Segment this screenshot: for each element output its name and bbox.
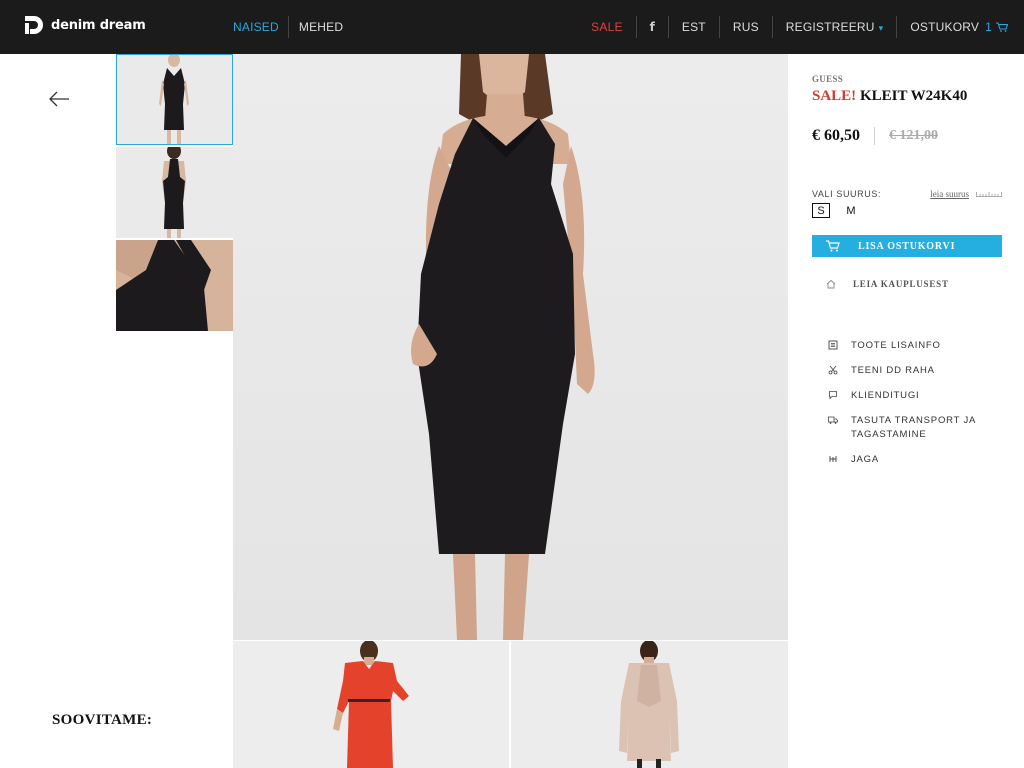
dress-front-thumb-image xyxy=(116,54,233,145)
facebook-icon[interactable]: f xyxy=(650,20,655,34)
cart-icon xyxy=(826,240,840,252)
size-guide-link[interactable]: leia suurus xyxy=(930,189,1002,199)
dress-back-thumb-image xyxy=(116,147,233,238)
nav-divider xyxy=(287,16,289,38)
product-details-panel: GUESS SALE! KLEIT W24K40 € 60,50 € 121,0… xyxy=(812,54,1002,478)
thumbnail-back[interactable] xyxy=(116,147,233,238)
find-in-store-link[interactable]: LEIA KAUPLUSEST xyxy=(812,279,1002,289)
lang-rus[interactable]: RUS xyxy=(733,20,759,34)
price-row: € 60,50 € 121,00 xyxy=(812,127,1002,145)
top-header: denim dream NAISED MEHED SALE f EST RUS … xyxy=(0,0,1024,54)
size-option-m[interactable]: M xyxy=(842,203,860,218)
size-guide-label: leia suurus xyxy=(930,189,969,199)
main-product-image[interactable] xyxy=(233,54,788,640)
nav-divider xyxy=(718,16,720,38)
logo-text: denim dream xyxy=(51,17,146,33)
nav-sale[interactable]: SALE xyxy=(591,20,623,34)
product-title: SALE! KLEIT W24K40 xyxy=(812,88,1002,105)
product-info-links: TOOTE LISAINFO TEENI DD RAHA KLIENDITUGI… xyxy=(812,339,1002,467)
info-link-earn-money[interactable]: TEENI DD RAHA xyxy=(812,364,1002,378)
size-header: VALI SUURUS: leia suurus xyxy=(812,189,1002,199)
cart-label: OSTUKORV xyxy=(910,20,980,34)
cart-count-badge: 1 xyxy=(985,20,992,34)
thumbnail-front[interactable] xyxy=(116,54,233,145)
info-link-label: KLIENDITUGI xyxy=(851,390,920,401)
recommendations-title: SOOVITAME: xyxy=(52,712,153,728)
nav-divider xyxy=(896,16,898,38)
dress-detail-thumb-image xyxy=(116,240,233,331)
nav-mehed[interactable]: MEHED xyxy=(299,20,343,34)
price-divider xyxy=(874,127,875,145)
register-link[interactable]: REGISTREERU ▾ xyxy=(786,20,884,34)
utility-nav: SALE f EST RUS REGISTREERU ▾ OSTUKORV 1 xyxy=(591,0,1008,54)
chat-icon xyxy=(829,391,837,400)
chevron-down-icon: ▾ xyxy=(878,23,884,33)
ruler-icon xyxy=(976,192,1002,197)
add-to-cart-label: LISA OSTUKORVI xyxy=(858,240,956,252)
recommended-product-2[interactable] xyxy=(511,641,788,768)
product-brand[interactable]: GUESS xyxy=(812,74,1002,84)
sale-prefix: SALE! xyxy=(812,88,857,104)
size-option-s[interactable]: S xyxy=(812,203,830,218)
red-dress-image xyxy=(233,641,509,768)
info-link-label: TOOTE LISAINFO xyxy=(851,340,941,351)
cart-icon xyxy=(996,22,1008,32)
size-options: S M xyxy=(812,203,1002,218)
size-label: VALI SUURUS: xyxy=(812,189,882,199)
logo[interactable]: denim dream xyxy=(24,14,146,36)
back-arrow-icon[interactable] xyxy=(48,90,70,108)
old-price: € 121,00 xyxy=(889,128,938,143)
current-price: € 60,50 xyxy=(812,127,860,144)
info-link-label: TEENI DD RAHA xyxy=(851,365,935,376)
cart-link[interactable]: OSTUKORV 1 xyxy=(910,20,1008,34)
scissors-icon xyxy=(828,365,838,375)
lang-est[interactable]: EST xyxy=(682,20,706,34)
product-name: KLEIT W24K40 xyxy=(859,88,968,104)
info-link-share[interactable]: JAGA xyxy=(812,453,1002,467)
register-label: REGISTREERU xyxy=(785,20,875,34)
info-link-free-shipping[interactable]: TASUTA TRANSPORT JA TAGASTAMINE xyxy=(812,414,1002,442)
share-icon xyxy=(829,456,837,462)
home-icon xyxy=(826,279,836,289)
recommended-product-1[interactable] xyxy=(233,641,509,768)
find-in-store-label: LEIA KAUPLUSEST xyxy=(853,279,949,289)
truck-icon xyxy=(828,416,838,424)
info-link-label: TASUTA TRANSPORT JA TAGASTAMINE xyxy=(851,415,976,440)
nav-naised[interactable]: NAISED xyxy=(233,20,279,34)
beige-dress-image xyxy=(511,641,788,768)
info-link-product-info[interactable]: TOOTE LISAINFO xyxy=(812,339,1002,353)
nav-divider xyxy=(667,16,669,38)
info-icon xyxy=(828,340,838,350)
thumbnail-detail[interactable] xyxy=(116,240,233,331)
logo-mark-icon xyxy=(25,16,43,34)
model-in-dress-image xyxy=(233,54,788,640)
nav-divider xyxy=(635,16,637,38)
thumbnail-gallery xyxy=(116,54,233,333)
add-to-cart-button[interactable]: LISA OSTUKORVI xyxy=(812,235,1002,257)
info-link-support[interactable]: KLIENDITUGI xyxy=(812,389,1002,403)
nav-divider xyxy=(771,16,773,38)
main-nav: NAISED MEHED xyxy=(233,0,343,54)
info-link-label: JAGA xyxy=(851,454,880,465)
